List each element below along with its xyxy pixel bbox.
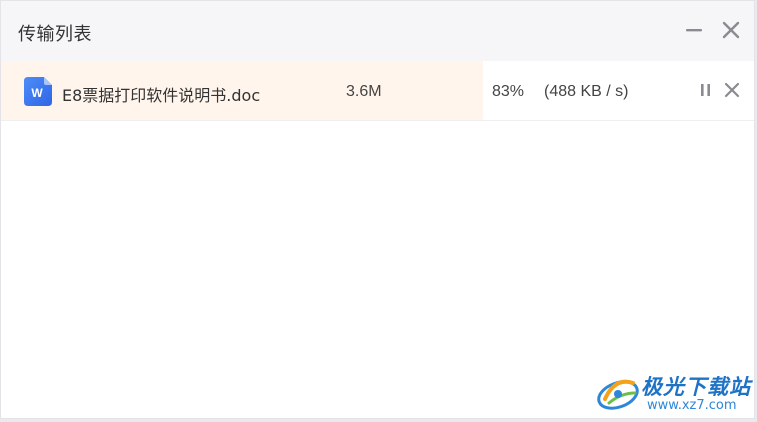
wps-word-document-icon: W [24, 77, 52, 106]
minimize-icon [686, 29, 702, 32]
close-window-button[interactable] [720, 19, 742, 41]
xz7-logo-icon [597, 379, 639, 410]
pause-button[interactable] [696, 80, 716, 100]
title-bar: 传输列表 [1, 1, 754, 61]
transfer-speed: (488 KB / s) [544, 83, 629, 100]
svg-text:W: W [31, 86, 43, 100]
file-name: E8票据打印软件说明书.doc [62, 86, 261, 105]
cancel-transfer-button[interactable] [722, 80, 742, 100]
close-icon [722, 21, 740, 39]
transfer-list-window: 传输列表 W E8票据打印软件说明书.doc 3.6M 83% (488 KB … [0, 0, 755, 419]
transfer-row: W E8票据打印软件说明书.doc 3.6M 83% (488 KB / s) [1, 61, 754, 121]
file-size: 3.6M [346, 83, 382, 100]
watermark: 极光下载站 www.xz7.com [595, 365, 753, 417]
watermark-url: www.xz7.com [647, 398, 737, 413]
window-title: 传输列表 [18, 24, 92, 45]
watermark-name: 极光下载站 [641, 375, 751, 399]
minimize-button[interactable] [683, 19, 705, 41]
pause-icon [701, 84, 710, 96]
close-icon [724, 82, 740, 98]
progress-percent: 83% [492, 83, 525, 100]
